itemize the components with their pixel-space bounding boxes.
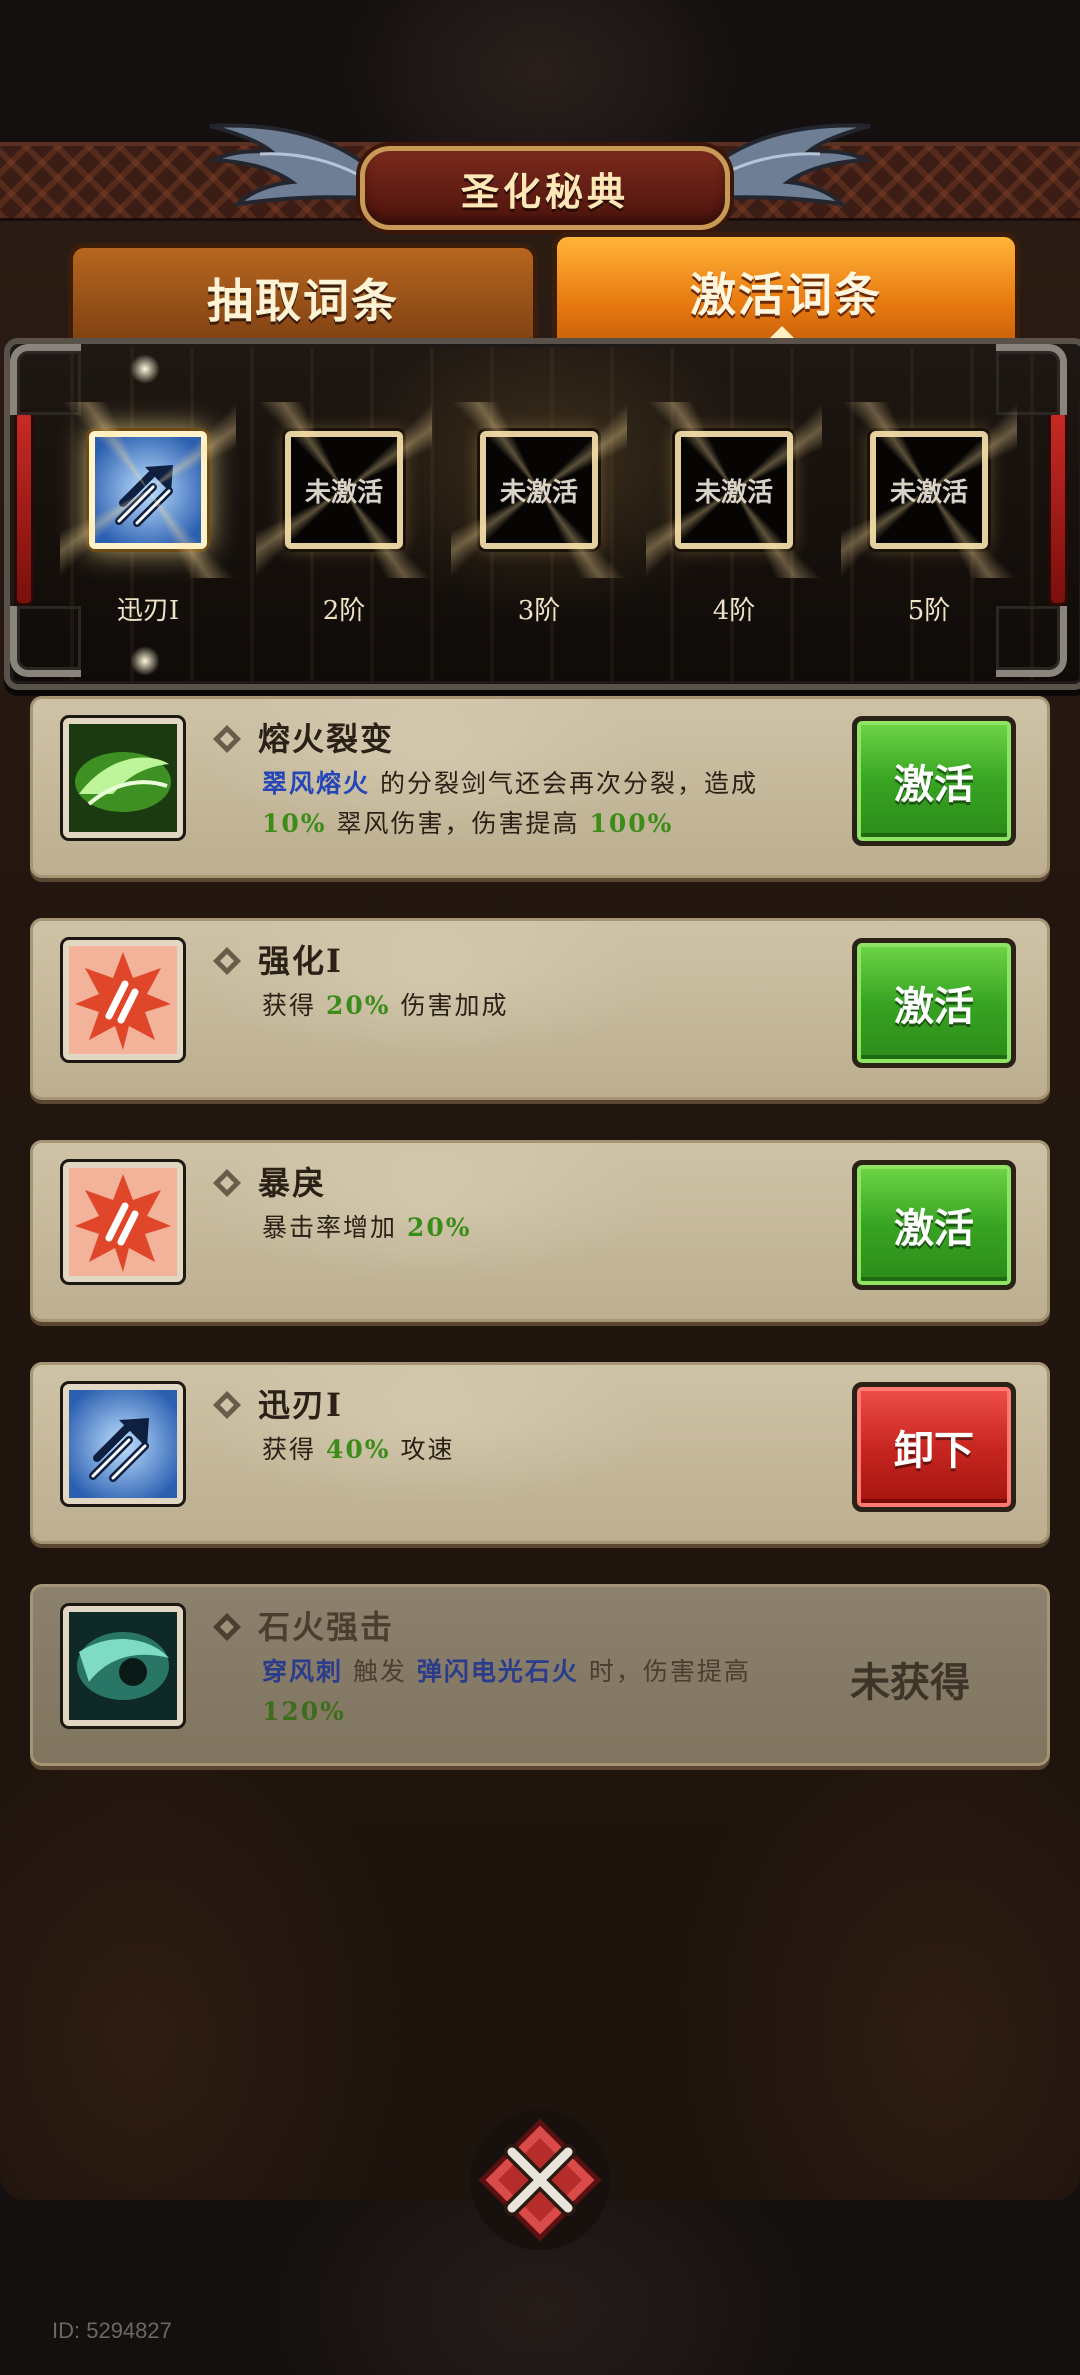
value-highlight: 40% (325, 1435, 391, 1464)
entry-icon-frame (63, 940, 183, 1060)
diamond-bullet-icon (212, 946, 242, 976)
entry-name: 迅刃Ⅰ (258, 1386, 343, 1424)
description-text: 的分裂剑气还会再次分裂，造成 (370, 769, 758, 798)
tab-draw-entries[interactable]: 抽取词条 (68, 243, 538, 353)
activate-button[interactable]: 激活 (852, 1160, 1016, 1290)
tier-label: 迅刃Ⅰ (116, 596, 180, 626)
tier-label: 4阶 (712, 596, 756, 626)
right-red-gem-bar (1048, 410, 1068, 606)
entry-description: 穿风刺 触发 弹闪电光石火 时，伤害提高 120% (262, 1652, 822, 1732)
corner-ornament (10, 344, 81, 415)
slot-frame: 未激活 (285, 431, 403, 549)
entry-name: 暴戾 (258, 1164, 327, 1202)
value-highlight: 20% (406, 1213, 472, 1242)
left-wing-ornament (206, 123, 378, 207)
diamond-bullet-icon (212, 724, 242, 754)
entry-card: 强化Ⅰ 获得 20% 伤害加成 激活 (30, 918, 1050, 1100)
tier-slot-1[interactable] (60, 402, 236, 578)
sparkle-icon (130, 354, 160, 384)
tier-label: 3阶 (517, 596, 561, 626)
blue-arrow-skill-icon (69, 1390, 177, 1498)
entry-description: 暴击率增加 20% (262, 1208, 822, 1248)
activate-button[interactable]: 激活 (852, 938, 1016, 1068)
description-text: 获得 (262, 1435, 326, 1464)
tier-label: 5阶 (907, 596, 951, 626)
value-highlight: 100% (589, 809, 674, 838)
diamond-bullet-icon (212, 1390, 242, 1420)
red-power-burst-icon (69, 946, 177, 1054)
sparkle-icon (130, 646, 160, 676)
tier-slot-4[interactable]: 未激活 (646, 402, 822, 578)
diamond-bullet-icon (212, 1168, 242, 1198)
value-highlight: 10% (262, 809, 327, 838)
player-id: ID: 5294827 (52, 2318, 172, 2343)
diamond-bullet-icon (212, 1612, 242, 1642)
tier-slot-2[interactable]: 未激活 (256, 402, 432, 578)
slot-frame: 未激活 (675, 431, 793, 549)
page-title: 圣化秘典 (360, 146, 730, 230)
description-text: 获得 (262, 991, 326, 1020)
unequip-button[interactable]: 卸下 (852, 1382, 1016, 1512)
left-red-gem-bar (14, 410, 34, 606)
description-text: 触发 (343, 1657, 417, 1686)
entry-description: 获得 20% 伤害加成 (262, 986, 822, 1026)
entry-description: 获得 40% 攻速 (262, 1430, 822, 1470)
entry-card-locked: 石火强击 穿风刺 触发 弹闪电光石火 时，伤害提高 120% 未获得 (30, 1584, 1050, 1766)
entry-name: 石火强击 (258, 1608, 395, 1646)
value-highlight: 20% (325, 991, 391, 1020)
entry-icon-frame (63, 1384, 183, 1504)
corner-ornament (996, 344, 1067, 415)
value-highlight: 120% (262, 1697, 346, 1726)
skill-name-highlight: 翠风熔火 (262, 769, 371, 798)
skill-name-highlight: 弹闪电光石火 (416, 1657, 579, 1686)
entry-name: 熔火裂变 (258, 720, 395, 758)
teal-wind-strike-icon (69, 1612, 177, 1720)
green-wind-slash-icon (69, 724, 177, 832)
description-text: 翠风伤害，伤害提高 (326, 809, 590, 838)
activate-button[interactable]: 激活 (852, 716, 1016, 846)
blue-arrow-skill-icon (95, 437, 201, 543)
slot-frame: 未激活 (870, 431, 988, 549)
entry-icon-frame (63, 718, 183, 838)
entry-card: 熔火裂变 翠风熔火 的分裂剑气还会再次分裂，造成 10% 翠风伤害，伤害提高 1… (30, 696, 1050, 878)
not-obtained-status: 未获得 (850, 1660, 970, 1706)
entry-card: 暴戾 暴击率增加 20% 激活 (30, 1140, 1050, 1322)
description-text: 伤害加成 (390, 991, 509, 1020)
description-text: 暴击率增加 (262, 1213, 407, 1242)
description-text: 时，伤害提高 (578, 1657, 751, 1686)
slot-frame: 未激活 (480, 431, 598, 549)
entry-icon-frame (63, 1606, 183, 1726)
entry-card: 迅刃Ⅰ 获得 40% 攻速 卸下 (30, 1362, 1050, 1544)
close-icon[interactable] (468, 2108, 612, 2252)
slot-frame (89, 431, 207, 549)
tier-slot-5[interactable]: 未激活 (841, 402, 1017, 578)
description-text: 攻速 (390, 1435, 455, 1464)
entry-description: 翠风熔火 的分裂剑气还会再次分裂，造成 10% 翠风伤害，伤害提高 100% (262, 764, 822, 844)
tier-label: 2阶 (322, 596, 366, 626)
entry-name: 强化Ⅰ (258, 942, 343, 980)
red-power-burst-icon (69, 1168, 177, 1276)
tier-slot-3[interactable]: 未激活 (451, 402, 627, 578)
entry-icon-frame (63, 1162, 183, 1282)
skill-name-highlight: 穿风刺 (262, 1657, 344, 1686)
